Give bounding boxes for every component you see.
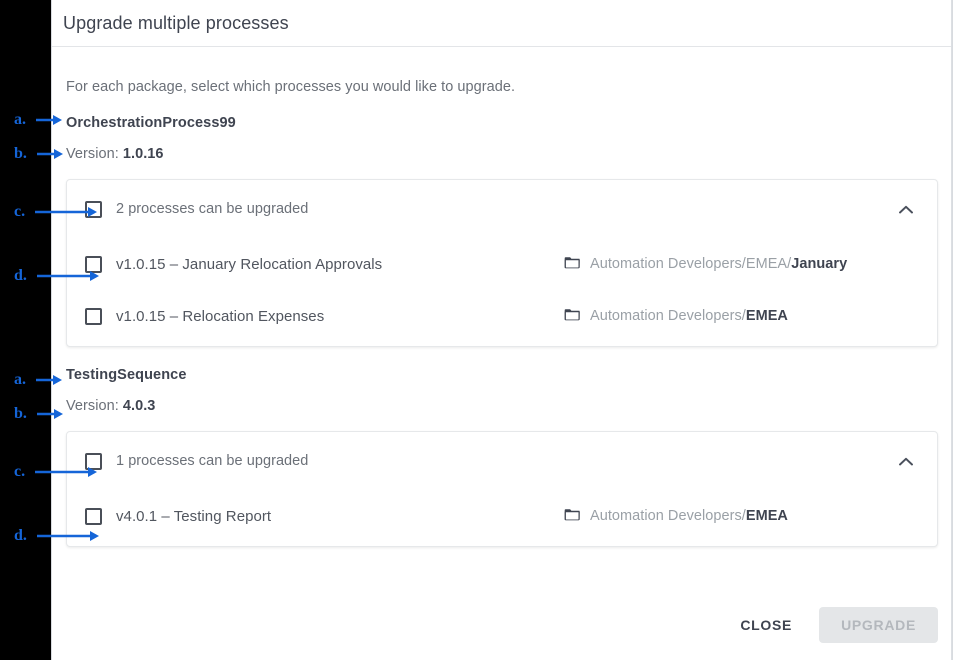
package-block: OrchestrationProcess99 Version: 1.0.16 2 p…: [63, 95, 941, 347]
package-name-2: TestingSequence: [66, 367, 187, 383]
folder-path: Automation Developers/EMEA: [590, 508, 788, 524]
card-summary-1[interactable]: 2 processes can be upgraded: [67, 180, 937, 238]
chevron-up-icon[interactable]: [893, 196, 919, 222]
card-summary-label: 1 processes can be upgraded: [116, 453, 309, 469]
process-label: v1.0.15 – January Relocation Approvals: [116, 255, 383, 273]
process-folder-cell: Automation Developers/EMEA: [564, 307, 919, 326]
dialog-title: Upgrade multiple processes: [63, 12, 289, 33]
process-row-1-2[interactable]: v1.0.15 – Relocation Expenses Automation …: [67, 290, 937, 342]
packages-container: OrchestrationProcess99 Version: 1.0.16 2 p…: [63, 95, 941, 547]
process-label: v1.0.15 – Relocation Expenses: [116, 307, 325, 325]
process-row-1-1[interactable]: v1.0.15 – January Relocation Approvals Au…: [67, 238, 937, 290]
folder-path-leaf: EMEA: [745, 308, 788, 324]
folder-path: Automation Developers/EMEA/January: [590, 256, 847, 272]
select-all-checkbox-2[interactable]: [85, 452, 102, 470]
dialog-body: For each package, select which processes…: [52, 47, 952, 660]
package-version-2: Version: 4.0.3: [66, 383, 941, 414]
card-summary-2[interactable]: 1 processes can be upgraded: [67, 432, 937, 490]
folder-path-prefix: Automation Developers/: [590, 308, 746, 324]
folder-path-prefix: Automation Developers/EMEA/: [590, 256, 792, 272]
scrollbar-track[interactable]: [951, 0, 952, 660]
close-button[interactable]: CLOSE: [724, 607, 808, 643]
version-value: 1.0.16: [122, 146, 164, 162]
process-card-2: 1 processes can be upgraded v4.0.1 – Test…: [66, 431, 938, 547]
select-all-checkbox-1[interactable]: [85, 200, 102, 218]
process-card-1: 2 processes can be upgraded v1.0.15 – Jan…: [66, 179, 938, 347]
version-label: Version:: [66, 398, 119, 414]
folder-path-leaf: January: [791, 256, 848, 272]
dialog-intro-text: For each package, select which processes…: [66, 79, 516, 95]
folder-icon: [564, 507, 581, 526]
upgrade-processes-dialog: Upgrade multiple processes For each pack…: [51, 0, 953, 660]
process-folder-cell: Automation Developers/EMEA: [564, 507, 919, 526]
folder-icon: [564, 307, 581, 326]
annotation-gutter: [0, 0, 51, 660]
process-checkbox-2-1[interactable]: [85, 507, 102, 525]
folder-path-leaf: EMEA: [745, 508, 788, 524]
process-label: v4.0.1 – Testing Report: [116, 507, 272, 525]
process-row-2-1[interactable]: v4.0.1 – Testing Report Automation Develo…: [67, 490, 937, 542]
version-value: 4.0.3: [122, 398, 156, 414]
package-block: TestingSequence Version: 4.0.3 1 processes…: [63, 347, 941, 547]
package-version-1: Version: 1.0.16: [66, 131, 941, 162]
process-checkbox-1-1[interactable]: [85, 255, 102, 273]
dialog-header: Upgrade multiple processes: [52, 0, 952, 47]
version-label: Version:: [66, 146, 119, 162]
folder-path: Automation Developers/EMEA: [590, 308, 788, 324]
upgrade-button[interactable]: UPGRADE: [819, 607, 938, 643]
dialog-footer: CLOSE UPGRADE: [724, 607, 938, 643]
process-folder-cell: Automation Developers/EMEA/January: [564, 255, 919, 274]
card-summary-label: 2 processes can be upgraded: [116, 201, 309, 217]
folder-icon: [564, 255, 581, 274]
package-name-1: OrchestrationProcess99: [66, 115, 236, 131]
chevron-up-icon[interactable]: [893, 448, 919, 474]
folder-path-prefix: Automation Developers/: [590, 508, 746, 524]
process-checkbox-1-2[interactable]: [85, 307, 102, 325]
